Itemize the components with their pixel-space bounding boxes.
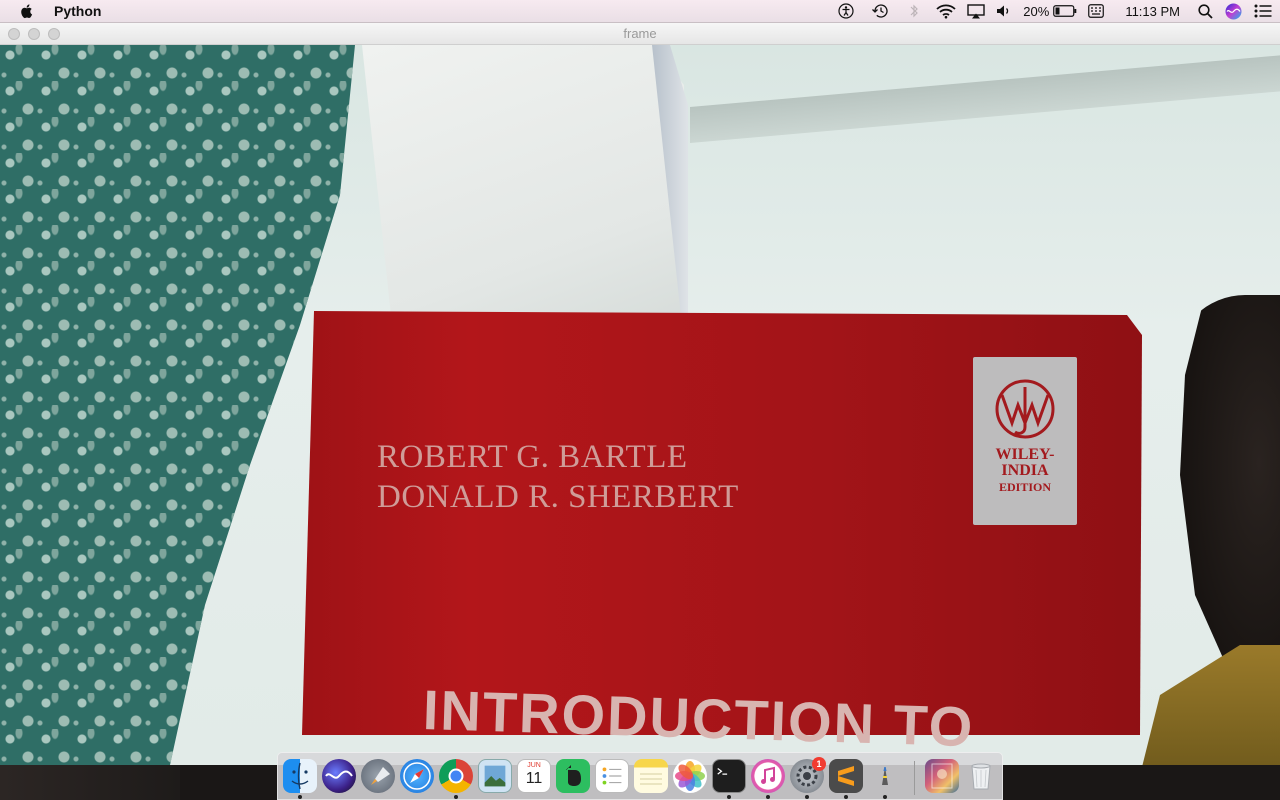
airplay-icon[interactable] <box>961 0 991 22</box>
input-source-icon[interactable] <box>1081 0 1111 22</box>
running-indicator <box>298 795 302 799</box>
calendar-icon[interactable]: JUN 11 <box>517 759 551 793</box>
wifi-icon[interactable] <box>931 0 961 22</box>
running-indicator <box>454 795 458 799</box>
evernote-icon[interactable] <box>556 759 590 793</box>
book-authors: ROBERT G. BARTLE DONALD R. SHERBERT <box>377 437 739 517</box>
publisher-line-1: WILEY- <box>995 446 1055 463</box>
book-author-2: DONALD R. SHERBERT <box>377 479 739 515</box>
siri-icon[interactable] <box>322 759 356 793</box>
window-title: frame <box>623 26 657 41</box>
menu-bar: Python 20% 11:13 PM <box>0 0 1280 23</box>
publisher-text: WILEY- INDIA EDITION <box>996 447 1055 495</box>
accessibility-icon[interactable] <box>829 0 863 22</box>
python-launcher-icon[interactable] <box>868 759 902 793</box>
downloads-stack-icon[interactable] <box>925 759 959 793</box>
wiley-logo-icon <box>990 377 1060 441</box>
volume-icon[interactable] <box>991 0 1017 22</box>
dock: JUN 11 1 <box>277 752 1003 800</box>
menu-clock[interactable]: 11:13 PM <box>1125 0 1180 22</box>
spotlight-icon[interactable] <box>1190 0 1220 22</box>
calendar-month: JUN <box>527 762 541 769</box>
status-area: 20% 11:13 PM <box>829 0 1280 22</box>
chrome-icon[interactable] <box>439 759 473 793</box>
screen: Python 20% 11:13 PM frame ROBERT G. BART… <box>0 0 1280 800</box>
launchpad-icon[interactable] <box>361 759 395 793</box>
trash-icon[interactable] <box>964 759 998 793</box>
photos-icon[interactable] <box>673 759 707 793</box>
publisher-line-3: EDITION <box>998 480 1051 494</box>
calendar-day: 11 <box>525 770 543 787</box>
running-indicator <box>766 795 770 799</box>
running-indicator <box>727 795 731 799</box>
notes-icon[interactable] <box>634 759 668 793</box>
preview-icon[interactable] <box>478 759 512 793</box>
running-indicator <box>805 795 809 799</box>
sublime-text-icon[interactable] <box>829 759 863 793</box>
time-machine-icon[interactable] <box>863 0 897 22</box>
itunes-icon[interactable] <box>751 759 785 793</box>
siri-icon[interactable] <box>1220 0 1246 22</box>
dock-separator <box>914 761 915 795</box>
publisher-badge: WILEY- INDIA EDITION <box>973 357 1077 525</box>
reminders-icon[interactable] <box>595 759 629 793</box>
terminal-icon[interactable] <box>712 759 746 793</box>
finder-icon[interactable] <box>283 759 317 793</box>
publisher-line-2: INDIA <box>1001 462 1049 479</box>
battery-percent[interactable]: 20% <box>1023 0 1049 22</box>
running-indicator <box>883 795 887 799</box>
apple-icon[interactable] <box>20 3 36 19</box>
app-menu-name[interactable]: Python <box>54 3 101 19</box>
running-indicator <box>844 795 848 799</box>
battery-icon[interactable] <box>1049 0 1081 22</box>
bluetooth-icon[interactable] <box>897 0 931 22</box>
notification-center-icon[interactable] <box>1246 0 1280 22</box>
book-author-1: ROBERT G. BARTLE <box>377 439 688 475</box>
notification-badge: 1 <box>812 757 826 771</box>
safari-icon[interactable] <box>400 759 434 793</box>
window-title-bar: frame <box>0 23 1280 45</box>
